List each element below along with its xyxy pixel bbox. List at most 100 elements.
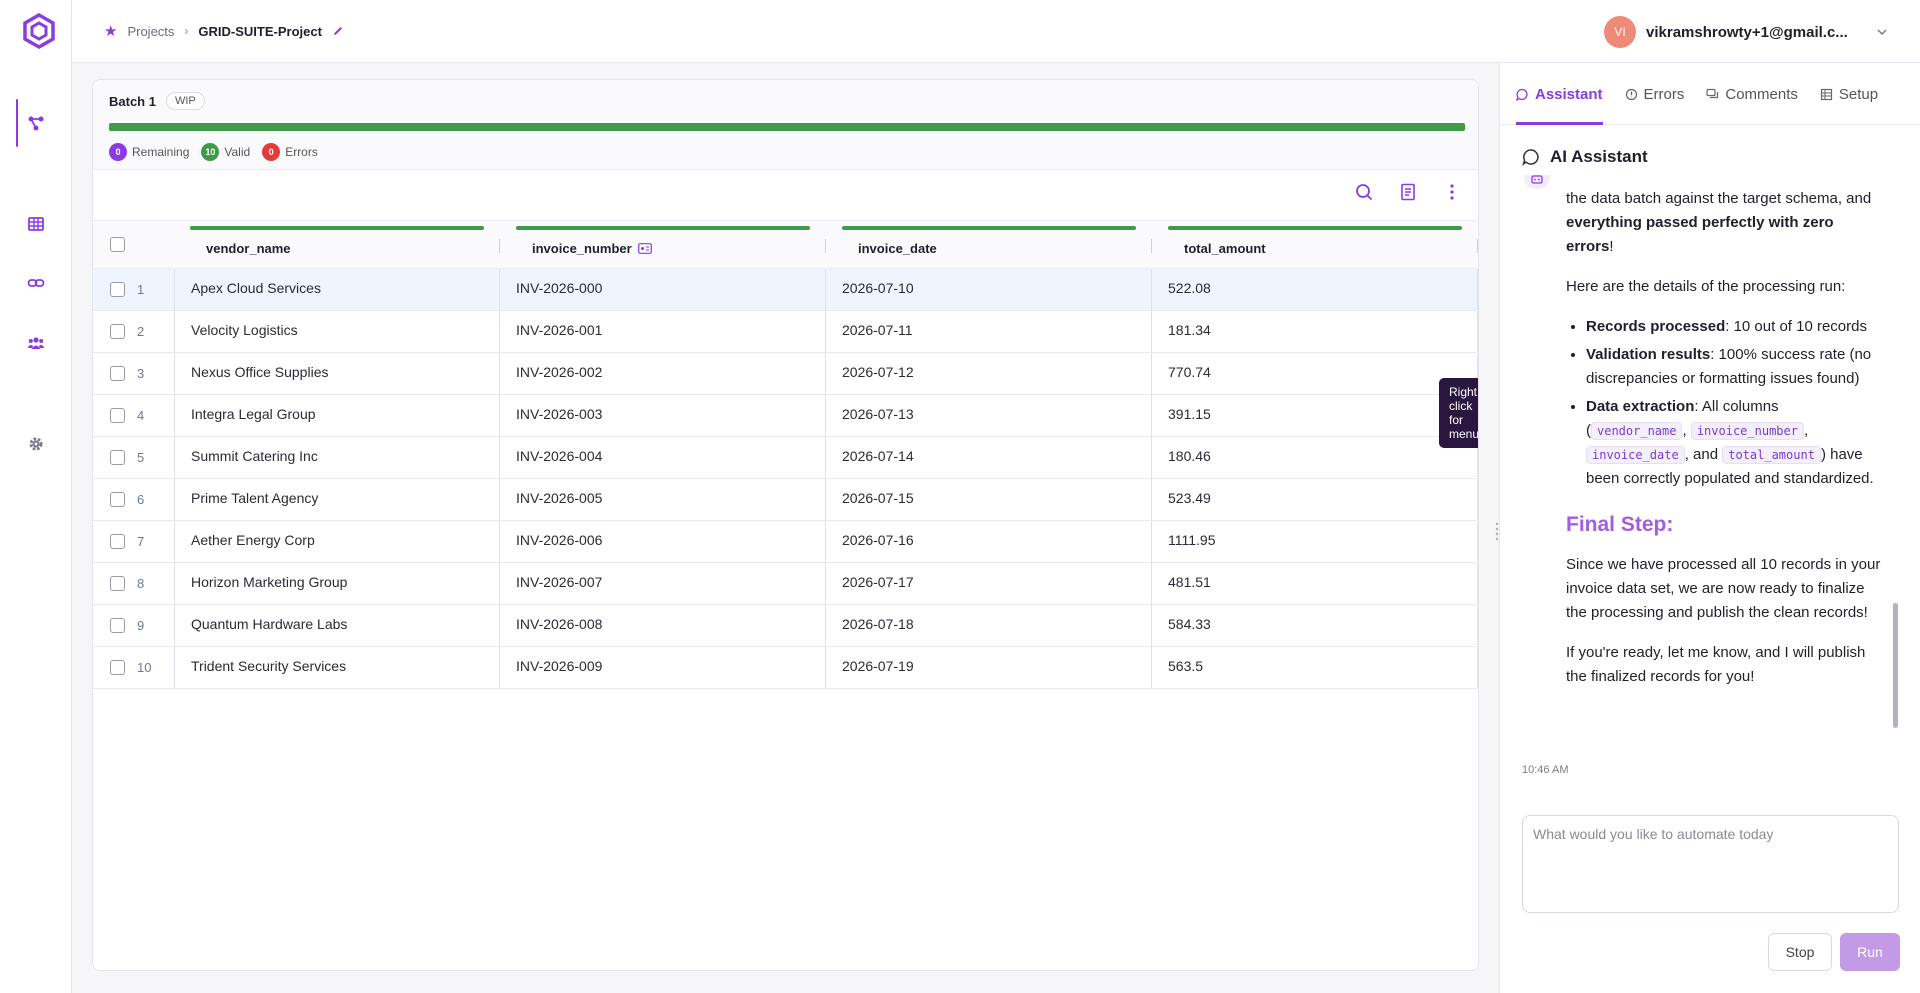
cell-invoice-number[interactable]: INV-2026-002 bbox=[500, 353, 826, 394]
column-header-total-amount[interactable]: total_amount bbox=[1152, 221, 1478, 269]
cell-invoice-date[interactable]: 2026-07-16 bbox=[826, 521, 1152, 562]
column-header-invoice-date[interactable]: invoice_date bbox=[826, 221, 1152, 269]
row-checkbox[interactable] bbox=[110, 282, 125, 297]
column-header-vendor[interactable]: vendor_name bbox=[174, 221, 500, 269]
cell-vendor-name[interactable]: Quantum Hardware Labs bbox=[174, 605, 500, 646]
tab-errors[interactable]: Errors bbox=[1625, 63, 1684, 125]
cell-invoice-date[interactable]: 2026-07-11 bbox=[826, 311, 1152, 352]
stop-button[interactable]: Stop bbox=[1768, 933, 1832, 971]
progress-fill bbox=[109, 123, 1465, 131]
column-header-invoice-number[interactable]: invoice_number bbox=[500, 221, 826, 269]
cell-invoice-number[interactable]: INV-2026-001 bbox=[500, 311, 826, 352]
cell-total-amount[interactable]: 523.49 bbox=[1152, 479, 1478, 520]
cell-total-amount[interactable]: 181.34 bbox=[1152, 311, 1478, 352]
search-icon[interactable] bbox=[1354, 182, 1374, 202]
star-icon[interactable]: ★ bbox=[104, 22, 117, 40]
tab-comments[interactable]: Comments bbox=[1706, 63, 1798, 125]
select-all-checkbox[interactable] bbox=[110, 237, 125, 252]
alert-circle-icon bbox=[1625, 88, 1637, 100]
cell-vendor-name[interactable]: Trident Security Services bbox=[174, 647, 500, 688]
row-checkbox[interactable] bbox=[110, 450, 125, 465]
cell-invoice-date[interactable]: 2026-07-15 bbox=[826, 479, 1152, 520]
table-row[interactable]: 7 Aether Energy Corp INV-2026-006 2026-07-1… bbox=[93, 521, 1478, 563]
app-logo-icon[interactable] bbox=[22, 13, 56, 49]
table-row[interactable]: 8 Horizon Marketing Group INV-2026-007 2026… bbox=[93, 563, 1478, 605]
tab-assistant[interactable]: Assistant bbox=[1516, 63, 1603, 125]
cell-total-amount[interactable]: 770.74 bbox=[1152, 353, 1478, 394]
cell-invoice-number[interactable]: INV-2026-008 bbox=[500, 605, 826, 646]
edit-pencil-icon[interactable] bbox=[332, 25, 344, 37]
cell-invoice-date[interactable]: 2026-07-14 bbox=[826, 437, 1152, 478]
comments-icon bbox=[1706, 88, 1719, 98]
cell-total-amount[interactable]: 1111.95 bbox=[1152, 521, 1478, 562]
cell-vendor-name[interactable]: Velocity Logistics bbox=[174, 311, 500, 352]
table-row[interactable]: 2 Velocity Logistics INV-2026-001 2026-07-1… bbox=[93, 311, 1478, 353]
cell-vendor-name[interactable]: Horizon Marketing Group bbox=[174, 563, 500, 604]
run-button[interactable]: Run bbox=[1840, 933, 1900, 971]
cell-total-amount[interactable]: 563.5 bbox=[1152, 647, 1478, 688]
cell-invoice-date[interactable]: 2026-07-19 bbox=[826, 647, 1152, 688]
status-badge: WIP bbox=[165, 92, 205, 110]
table-row[interactable]: 1 Apex Cloud Services INV-2026-000 2026-07-… bbox=[93, 269, 1478, 311]
document-icon[interactable] bbox=[1398, 182, 1418, 202]
nav-links[interactable] bbox=[0, 259, 72, 307]
thread-scrollbar[interactable] bbox=[1893, 183, 1898, 733]
cell-invoice-date[interactable]: 2026-07-18 bbox=[826, 605, 1152, 646]
cell-invoice-date[interactable]: 2026-07-13 bbox=[826, 395, 1152, 436]
nav-tables[interactable] bbox=[0, 200, 72, 248]
grid-header: vendor_name invoice_number invoice_date … bbox=[93, 220, 1478, 269]
cell-vendor-name[interactable]: Integra Legal Group bbox=[174, 395, 500, 436]
nav-workflow[interactable] bbox=[0, 99, 72, 147]
table-row[interactable]: 9 Quantum Hardware Labs INV-2026-008 2026-0… bbox=[93, 605, 1478, 647]
cell-total-amount[interactable]: 391.15 bbox=[1152, 395, 1478, 436]
cell-invoice-number[interactable]: INV-2026-006 bbox=[500, 521, 826, 562]
nav-settings[interactable] bbox=[0, 420, 72, 468]
table-row[interactable]: 4 Integra Legal Group INV-2026-003 2026-07-… bbox=[93, 395, 1478, 437]
table-row[interactable]: 5 Summit Catering Inc INV-2026-004 2026-07-… bbox=[93, 437, 1478, 479]
cell-invoice-number[interactable]: INV-2026-004 bbox=[500, 437, 826, 478]
row-checkbox[interactable] bbox=[110, 324, 125, 339]
tab-setup[interactable]: Setup bbox=[1820, 63, 1878, 125]
cell-total-amount[interactable]: 180.46 bbox=[1152, 437, 1478, 478]
remaining-count: 0 bbox=[109, 143, 127, 161]
row-checkbox[interactable] bbox=[110, 660, 125, 675]
cell-invoice-number[interactable]: INV-2026-003 bbox=[500, 395, 826, 436]
cell-vendor-name[interactable]: Prime Talent Agency bbox=[174, 479, 500, 520]
table-row[interactable]: 3 Nexus Office Supplies INV-2026-002 2026-0… bbox=[93, 353, 1478, 395]
batch-card: Batch 1 WIP 0 Remaining 10 Valid 0 Errors v… bbox=[92, 79, 1479, 971]
bot-avatar-icon bbox=[1524, 175, 1550, 189]
more-vertical-icon[interactable] bbox=[1442, 182, 1462, 202]
cell-vendor-name[interactable]: Aether Energy Corp bbox=[174, 521, 500, 562]
row-number: 5 bbox=[137, 450, 145, 465]
error-label: Errors bbox=[285, 145, 318, 159]
table-row[interactable]: 6 Prime Talent Agency INV-2026-005 2026-07-… bbox=[93, 479, 1478, 521]
prompt-input[interactable] bbox=[1522, 815, 1899, 913]
cell-vendor-name[interactable]: Summit Catering Inc bbox=[174, 437, 500, 478]
cell-vendor-name[interactable]: Nexus Office Supplies bbox=[174, 353, 500, 394]
row-checkbox[interactable] bbox=[110, 534, 125, 549]
cell-invoice-number[interactable]: INV-2026-005 bbox=[500, 479, 826, 520]
cell-vendor-name[interactable]: Apex Cloud Services bbox=[174, 269, 500, 310]
cell-total-amount[interactable]: 481.51 bbox=[1152, 563, 1478, 604]
left-rail bbox=[0, 0, 72, 993]
cell-total-amount[interactable]: 522.08 bbox=[1152, 269, 1478, 310]
table-row[interactable]: 10 Trident Security Services INV-2026-009 2… bbox=[93, 647, 1478, 689]
cell-invoice-number[interactable]: INV-2026-009 bbox=[500, 647, 826, 688]
cell-total-amount[interactable]: 584.33 bbox=[1152, 605, 1478, 646]
cell-invoice-number[interactable]: INV-2026-007 bbox=[500, 563, 826, 604]
row-number: 1 bbox=[137, 282, 145, 297]
cell-invoice-date[interactable]: 2026-07-17 bbox=[826, 563, 1152, 604]
row-checkbox[interactable] bbox=[110, 618, 125, 633]
row-checkbox[interactable] bbox=[110, 576, 125, 591]
nav-users[interactable] bbox=[0, 319, 72, 367]
cell-invoice-number[interactable]: INV-2026-000 bbox=[500, 269, 826, 310]
user-menu[interactable]: VI vikramshrowty+1@gmail.c... bbox=[1604, 16, 1888, 48]
cell-invoice-date[interactable]: 2026-07-12 bbox=[826, 353, 1152, 394]
breadcrumb-projects[interactable]: Projects bbox=[127, 24, 174, 39]
row-checkbox[interactable] bbox=[110, 366, 125, 381]
row-checkbox[interactable] bbox=[110, 408, 125, 423]
cell-invoice-date[interactable]: 2026-07-10 bbox=[826, 269, 1152, 310]
breadcrumb-current: GRID-SUITE-Project bbox=[198, 23, 322, 39]
grid-toolbar bbox=[1354, 182, 1462, 202]
row-checkbox[interactable] bbox=[110, 492, 125, 507]
